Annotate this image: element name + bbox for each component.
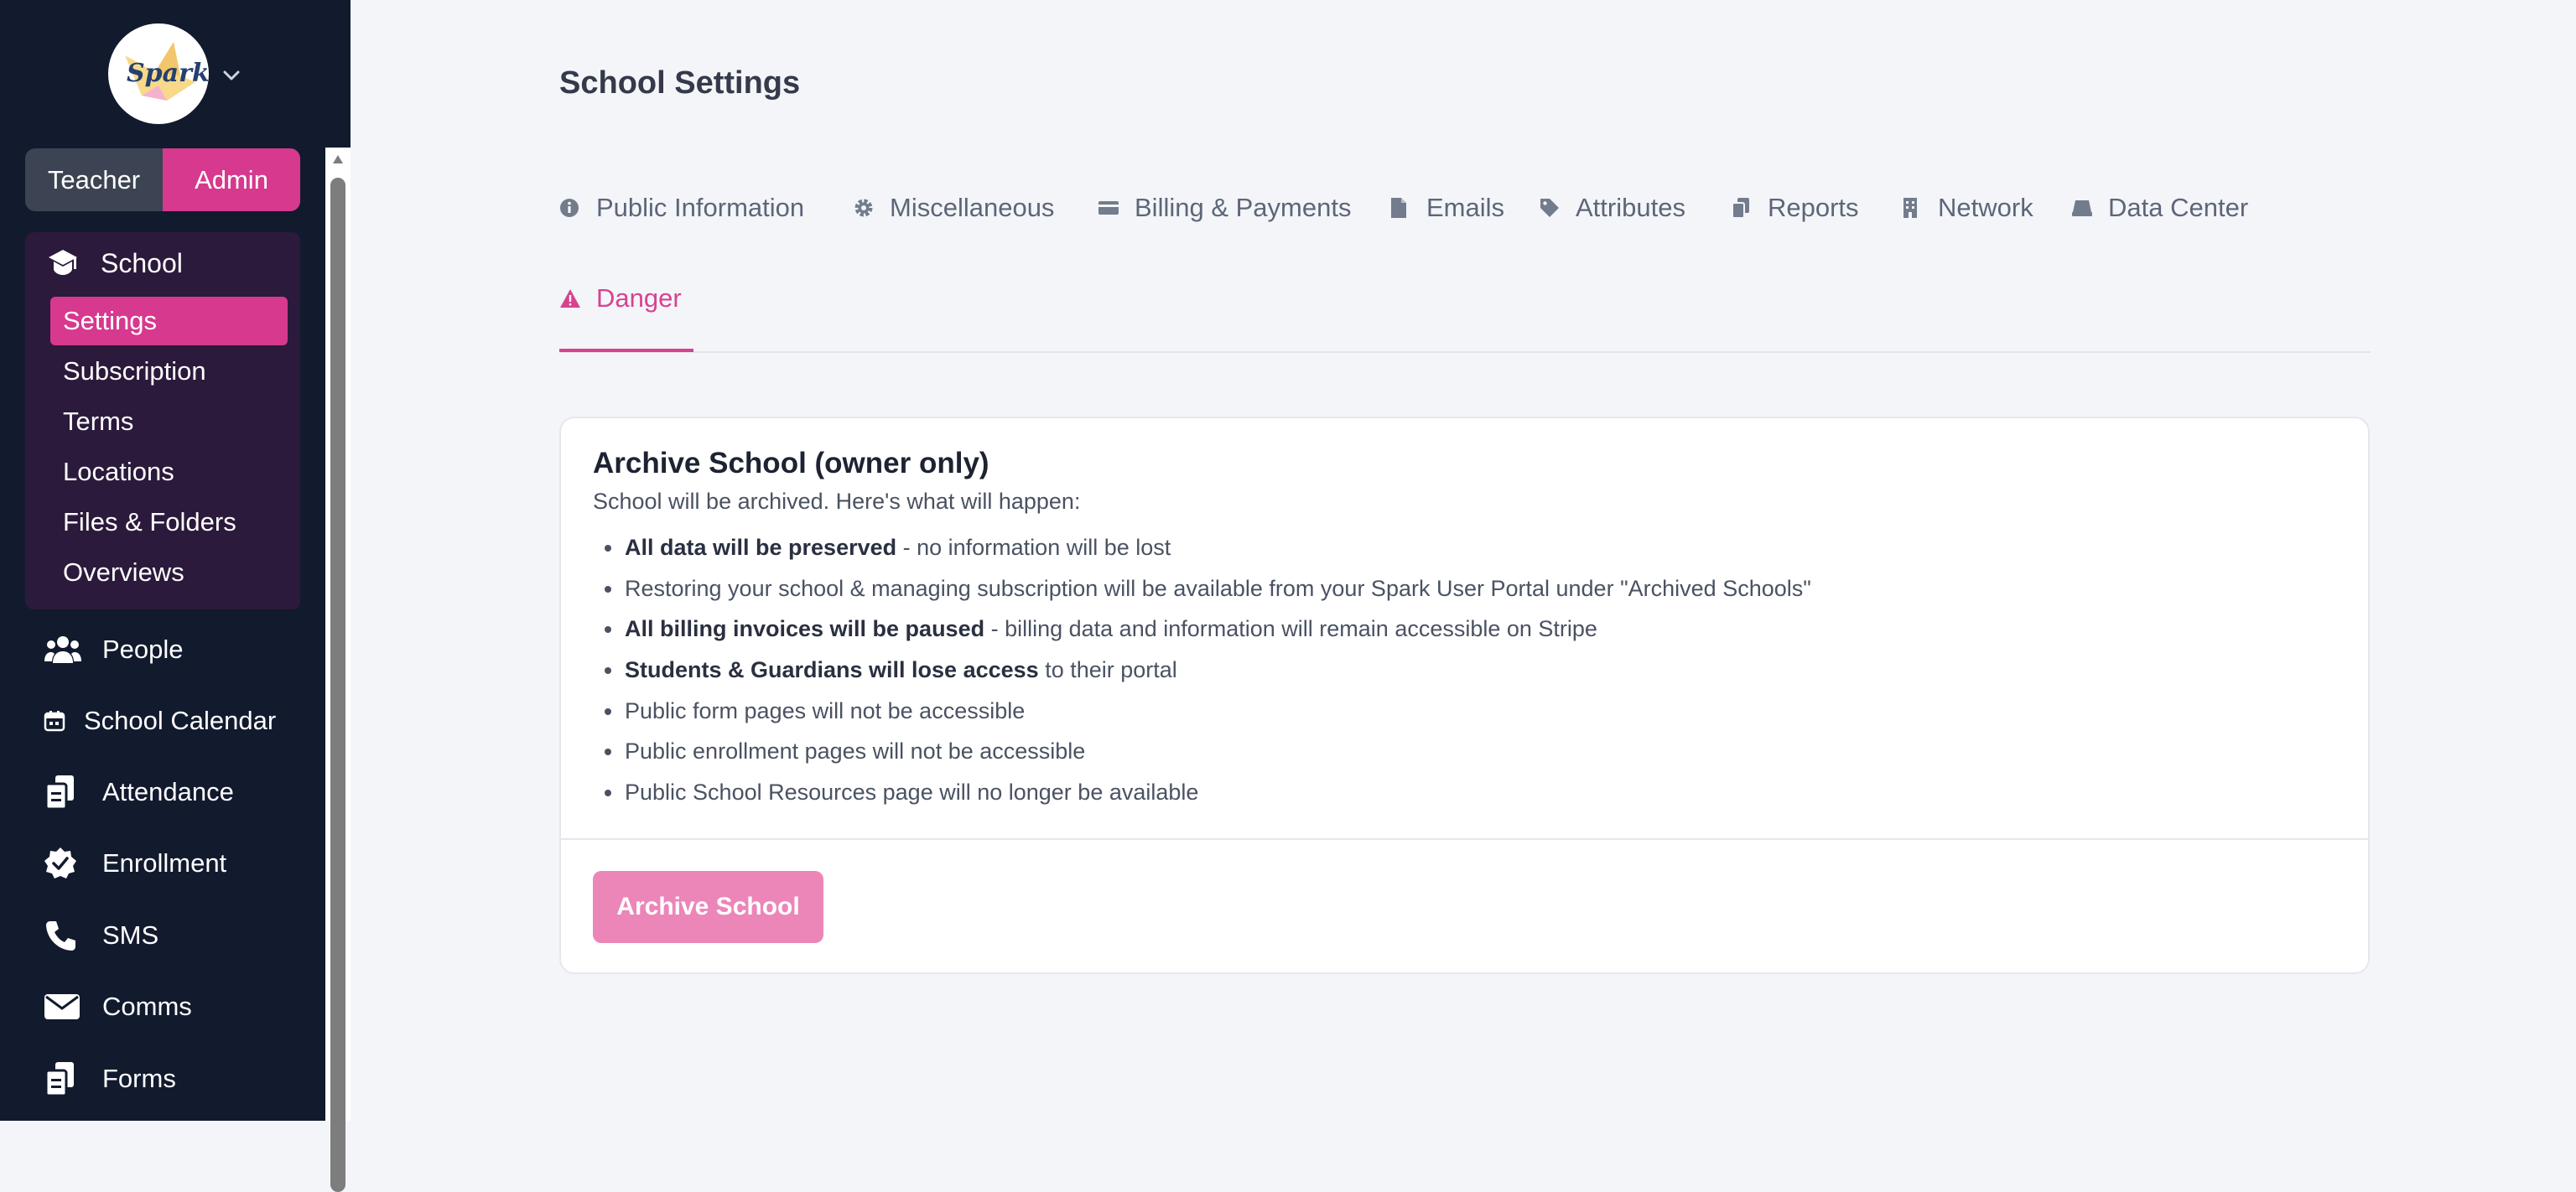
tab-billing-payments[interactable]: Billing & Payments: [1098, 193, 1351, 223]
tab-label: Danger: [596, 283, 682, 313]
tab-attributes[interactable]: Attributes: [1539, 193, 1685, 223]
card-title: Archive School (owner only): [593, 447, 989, 479]
sidebar-item-school[interactable]: School: [45, 246, 183, 281]
list-item: Public enrollment pages will not be acce…: [593, 736, 1811, 777]
logo-text: Spark: [127, 59, 209, 88]
tab-label: Emails: [1426, 193, 1505, 222]
card-divider: [561, 838, 2368, 840]
reports-icon: [1731, 197, 1753, 219]
sidebar-item-label: School: [101, 247, 183, 278]
sidebar-subitem-locations[interactable]: Locations: [50, 448, 288, 496]
tab-miscellaneous[interactable]: Miscellaneous: [853, 193, 1054, 223]
list-item: Restoring your school & managing subscri…: [593, 573, 1811, 614]
sidebar: Spark Teacher Admin School Settings Subs…: [0, 0, 351, 1192]
sidebar-item-label: Comms: [102, 992, 192, 1021]
scrollbar-thumb[interactable]: [330, 178, 345, 1192]
forms-icon: [44, 1059, 84, 1099]
sidebar-subitem-settings[interactable]: Settings: [50, 297, 288, 345]
consequences-list: All data will be preserved - no informat…: [593, 532, 1811, 818]
calendar-icon: [44, 701, 65, 741]
graduation-cap-icon: [49, 250, 77, 275]
sidebar-item-enrollment[interactable]: Enrollment: [44, 843, 226, 884]
page-title: School Settings: [559, 65, 801, 101]
archive-school-card: Archive School (owner only) School will …: [559, 417, 2370, 974]
role-toggle: Teacher Admin: [25, 148, 300, 211]
document-icon: [1389, 197, 1411, 219]
tab-label: Reports: [1768, 193, 1859, 222]
sidebar-item-label: Forms: [102, 1064, 176, 1093]
tab-network[interactable]: Network: [1901, 193, 2033, 223]
sidebar-item-sms[interactable]: SMS: [44, 915, 158, 956]
sidebar-item-label: School Calendar: [84, 706, 277, 735]
school-logo[interactable]: Spark: [108, 23, 209, 124]
sidebar-subitem-files-folders[interactable]: Files & Folders: [50, 498, 288, 547]
sidebar-item-label: SMS: [102, 920, 159, 950]
tab-danger[interactable]: Danger: [559, 283, 682, 314]
scroll-up-arrow-icon[interactable]: [332, 154, 344, 164]
sidebar-item-label: Attendance: [102, 777, 234, 806]
chevron-down-icon[interactable]: [220, 64, 243, 87]
phone-icon: [44, 915, 84, 956]
tab-public-information[interactable]: Public Information: [559, 193, 804, 223]
sidebar-item-comms[interactable]: Comms: [44, 987, 192, 1027]
sidebar-subitem-terms[interactable]: Terms: [50, 397, 288, 446]
sidebar-subitem-overviews[interactable]: Overviews: [50, 548, 288, 597]
teacher-role-button[interactable]: Teacher: [25, 148, 163, 211]
tab-label: Attributes: [1576, 193, 1685, 222]
info-icon: [559, 197, 581, 219]
list-item: Public form pages will not be accessible: [593, 696, 1811, 737]
gear-icon: [853, 197, 875, 219]
list-item: All billing invoices will be paused - bi…: [593, 614, 1811, 655]
list-item: Students & Guardians will lose access to…: [593, 655, 1811, 696]
tab-label: Network: [1938, 193, 2033, 222]
sidebar-subitem-subscription[interactable]: Subscription: [50, 347, 288, 396]
warning-icon: [559, 288, 581, 309]
sidebar-item-people[interactable]: People: [44, 630, 184, 670]
envelope-icon: [44, 987, 84, 1027]
sidebar-item-forms[interactable]: Forms: [44, 1059, 176, 1099]
tab-label: Billing & Payments: [1135, 193, 1352, 222]
tab-emails[interactable]: Emails: [1389, 193, 1504, 223]
building-icon: [1901, 197, 1923, 219]
tab-label: Public Information: [596, 193, 805, 222]
tab-reports[interactable]: Reports: [1731, 193, 1859, 223]
list-item: Public School Resources page will no lon…: [593, 777, 1811, 818]
tabs-divider: [559, 351, 2371, 353]
credit-card-icon: [1098, 197, 1119, 219]
tab-label: Data Center: [2108, 193, 2249, 222]
tag-icon: [1539, 197, 1561, 219]
sidebar-item-label: People: [102, 635, 184, 664]
sidebar-item-attendance[interactable]: Attendance: [44, 772, 234, 812]
archive-school-button[interactable]: Archive School: [593, 871, 823, 943]
sidebar-scrollbar[interactable]: [325, 148, 351, 1192]
clipboard-icon: [44, 772, 84, 812]
list-item: All data will be preserved - no informat…: [593, 532, 1811, 573]
card-description: School will be archived. Here's what wil…: [593, 489, 1081, 514]
users-icon: [44, 630, 84, 670]
server-icon: [2071, 197, 2093, 219]
active-tab-indicator: [559, 349, 693, 352]
badge-check-icon: [44, 843, 84, 884]
tab-label: Miscellaneous: [890, 193, 1055, 222]
school-section: School Settings Subscription Terms Locat…: [25, 232, 300, 609]
sidebar-item-school-calendar[interactable]: School Calendar: [44, 701, 276, 741]
tab-data-center[interactable]: Data Center: [2071, 193, 2248, 223]
admin-role-button[interactable]: Admin: [163, 148, 300, 211]
sidebar-item-label: Enrollment: [102, 848, 227, 878]
